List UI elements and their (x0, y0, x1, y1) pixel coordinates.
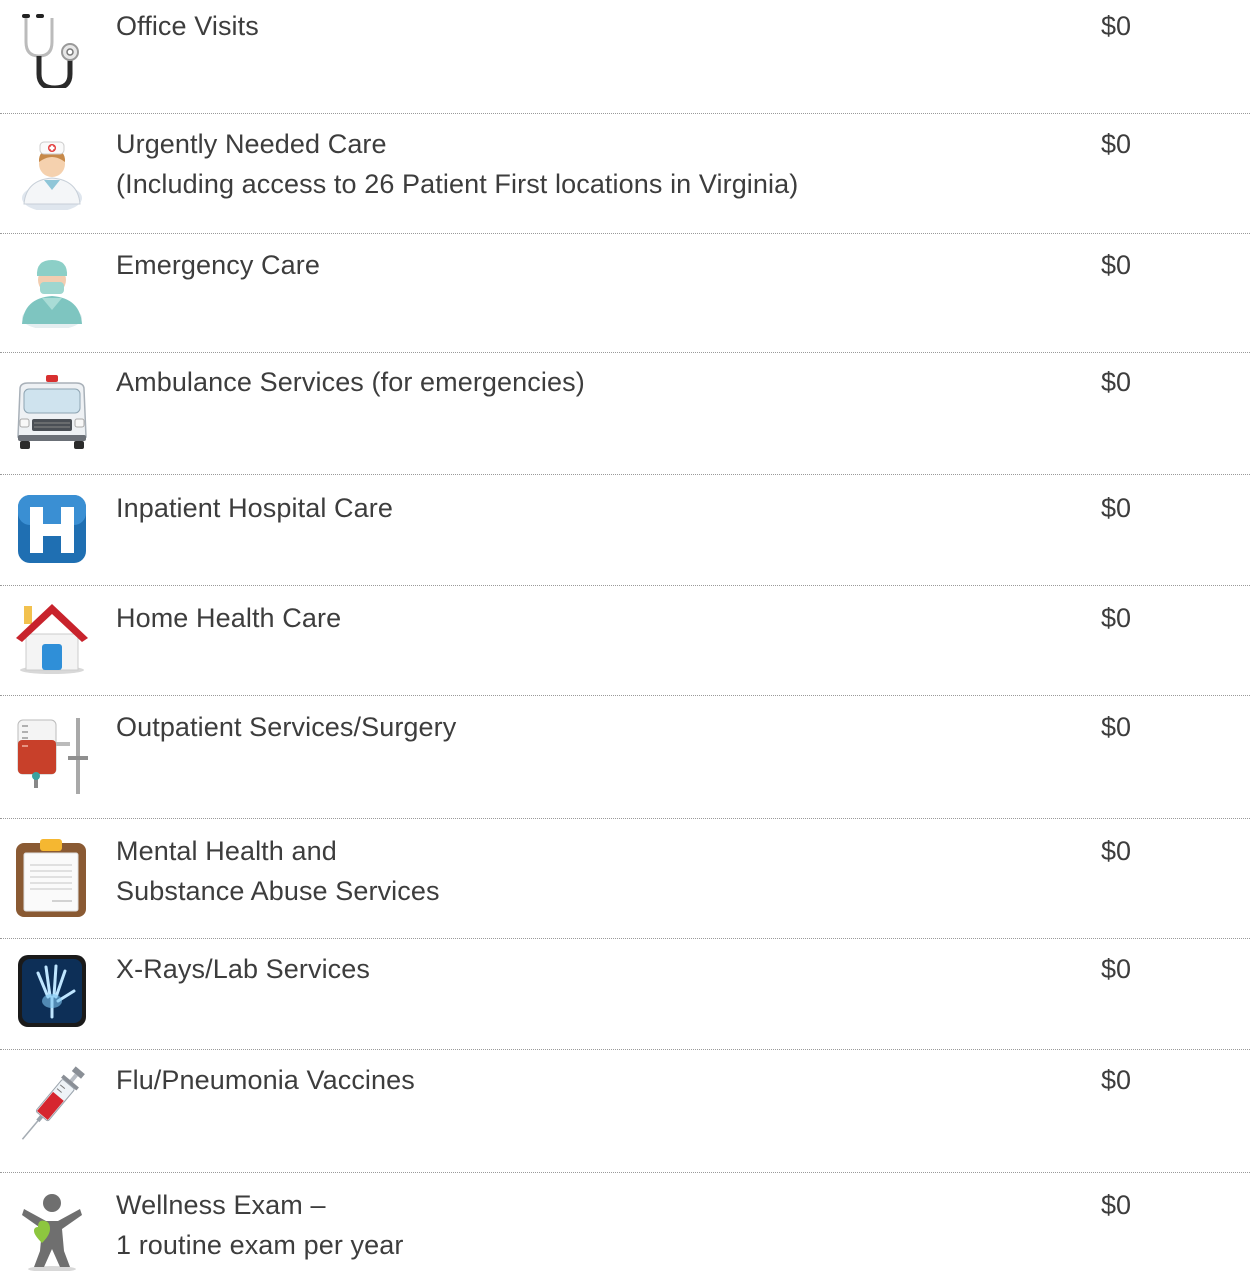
row-divider (0, 233, 1250, 234)
benefit-label: Emergency Care (116, 245, 320, 285)
row-divider (0, 474, 1250, 475)
row-divider (0, 818, 1250, 819)
benefit-cost: $0 (1101, 11, 1132, 41)
benefit-label: Wellness Exam – 1 routine exam per year (116, 1185, 403, 1265)
hospital-icon (12, 487, 92, 567)
benefit-label: Inpatient Hospital Care (116, 488, 393, 528)
benefit-cost: $0 (1101, 603, 1132, 633)
surgeon-icon (12, 248, 92, 328)
benefit-label: Office Visits (116, 6, 259, 46)
benefit-label-line: Inpatient Hospital Care (116, 493, 393, 523)
ambulance-icon (12, 373, 92, 453)
benefit-label: Flu/Pneumonia Vaccines (116, 1060, 415, 1100)
benefit-label-line: 1 routine exam per year (116, 1230, 404, 1260)
benefit-cost: $0 (1101, 129, 1132, 159)
benefit-label: Home Health Care (116, 598, 341, 638)
syringe-icon (12, 1064, 92, 1144)
xray-hand-icon (12, 951, 92, 1031)
benefit-cost: $0 (1101, 1065, 1132, 1095)
benefit-label-line: Substance Abuse Services (116, 876, 440, 906)
benefit-cost: $0 (1101, 712, 1132, 742)
benefit-label-line: Flu/Pneumonia Vaccines (116, 1065, 415, 1095)
benefit-cost: $0 (1101, 1190, 1132, 1220)
benefits-table: Office Visits $0 Urgently Needed Care (I… (0, 0, 1252, 1282)
benefit-label-line: X-Rays/Lab Services (116, 954, 370, 984)
iv-drip-icon (12, 716, 92, 796)
benefit-label-line: (Including access to 26 Patient First lo… (116, 169, 799, 199)
benefit-cost: $0 (1101, 493, 1132, 523)
stethoscope-icon (12, 8, 92, 88)
benefit-label-line: Office Visits (116, 11, 259, 41)
benefit-label-line: Mental Health and (116, 836, 337, 866)
benefit-label: Outpatient Services/Surgery (116, 707, 456, 747)
benefit-label: Ambulance Services (for emergencies) (116, 362, 585, 402)
row-divider (0, 938, 1250, 939)
benefit-label: Mental Health and Substance Abuse Servic… (116, 831, 440, 911)
house-icon (12, 594, 92, 674)
benefit-label-line: Ambulance Services (for emergencies) (116, 367, 585, 397)
benefit-label-line: Urgently Needed Care (116, 129, 387, 159)
benefit-label-line: Home Health Care (116, 603, 342, 633)
benefit-cost: $0 (1101, 367, 1132, 397)
benefit-label-line: Emergency Care (116, 250, 320, 280)
benefit-cost: $0 (1101, 250, 1132, 280)
clipboard-icon (12, 837, 92, 917)
row-divider (0, 1049, 1250, 1050)
row-divider (0, 352, 1250, 353)
benefit-label-line: Outpatient Services/Surgery (116, 712, 457, 742)
nurse-icon (12, 130, 92, 210)
benefit-cost: $0 (1101, 954, 1132, 984)
benefit-label: X-Rays/Lab Services (116, 949, 370, 989)
benefit-cost: $0 (1101, 836, 1132, 866)
row-divider (0, 695, 1250, 696)
row-divider (0, 585, 1250, 586)
benefit-label-line: Wellness Exam – (116, 1190, 326, 1220)
benefit-label: Urgently Needed Care (Including access t… (116, 124, 798, 204)
row-divider (0, 1172, 1250, 1173)
row-divider (0, 113, 1250, 114)
wellness-person-icon (12, 1191, 92, 1271)
